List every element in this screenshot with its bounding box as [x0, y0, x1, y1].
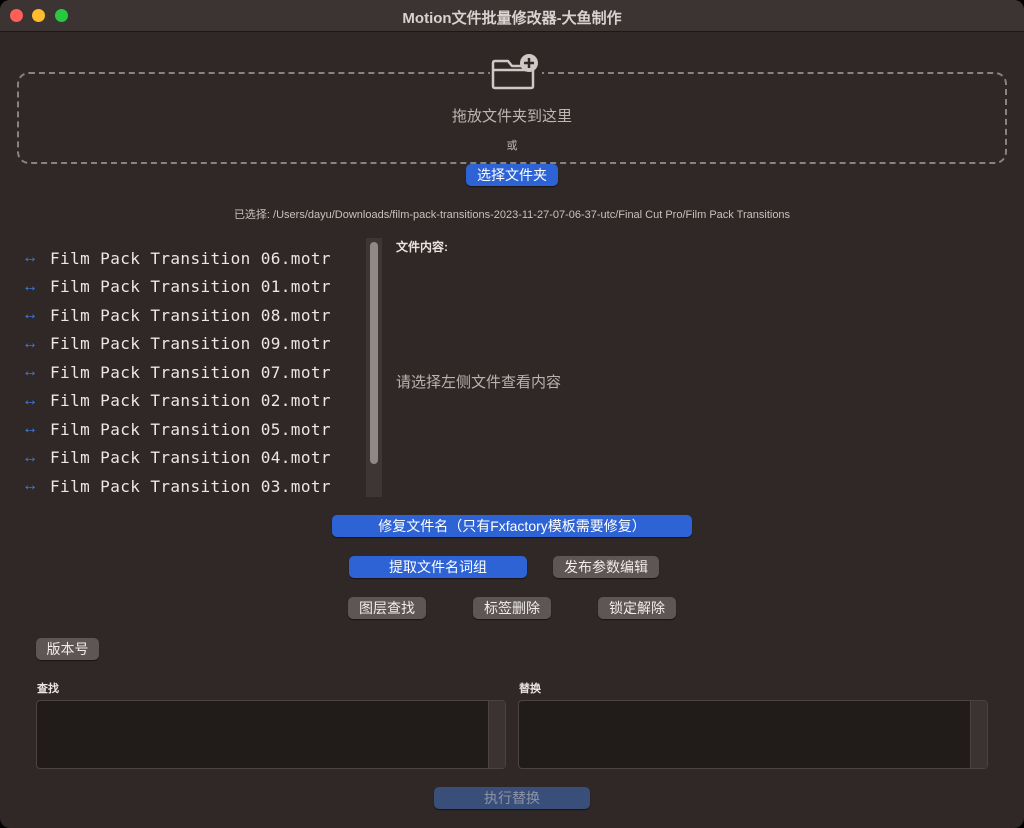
- file-list: ↔ Film Pack Transition 06.motr ↔ Film Pack…: [22, 244, 362, 501]
- fix-filenames-button[interactable]: 修复文件名（只有Fxfactory模板需要修复）: [332, 515, 692, 537]
- list-item[interactable]: ↔ Film Pack Transition 01.motr: [22, 273, 362, 302]
- list-item[interactable]: ↔ Film Pack Transition 06.motr: [22, 244, 362, 273]
- or-text: 或: [506, 140, 518, 152]
- file-name: Film Pack Transition 06.motr: [50, 248, 331, 268]
- selected-path-text: 已选择: /Users/dayu/Downloads/film-pack-tra…: [233, 209, 791, 221]
- window-title: Motion文件批量修改器-大鱼制作: [402, 10, 622, 27]
- replace-textarea[interactable]: [518, 700, 988, 769]
- title-bar: Motion文件批量修改器-大鱼制作: [0, 0, 1024, 32]
- file-name: Film Pack Transition 03.motr: [50, 476, 331, 496]
- list-item[interactable]: ↔ Film Pack Transition 02.motr: [22, 387, 362, 416]
- list-item[interactable]: ↔ Film Pack Transition 07.motr: [22, 358, 362, 387]
- app-window: Motion文件批量修改器-大鱼制作 拖放文件夹到这里 或 选择文件夹 已选择:…: [0, 0, 1024, 828]
- list-item[interactable]: ↔ Film Pack Transition 08.motr: [22, 301, 362, 330]
- drop-hint-text: 拖放文件夹到这里: [451, 108, 572, 125]
- bidirectional-arrow-icon: ↔: [22, 391, 38, 409]
- unlock-button[interactable]: 锁定解除: [598, 597, 676, 619]
- file-name: Film Pack Transition 04.motr: [50, 448, 331, 468]
- file-name: Film Pack Transition 01.motr: [50, 277, 331, 297]
- replace-textarea-scrollbar[interactable]: [970, 701, 987, 768]
- extract-words-button[interactable]: 提取文件名词组: [349, 556, 527, 578]
- find-label: 查找: [37, 683, 59, 695]
- bidirectional-arrow-icon: ↔: [22, 448, 38, 466]
- list-item[interactable]: ↔ Film Pack Transition 03.motr: [22, 472, 362, 501]
- list-item[interactable]: ↔ Film Pack Transition 04.motr: [22, 444, 362, 473]
- file-name: Film Pack Transition 08.motr: [50, 305, 331, 325]
- folder-plus-icon: [490, 52, 542, 92]
- bidirectional-arrow-icon: ↔: [22, 363, 38, 381]
- list-item[interactable]: ↔ Film Pack Transition 09.motr: [22, 330, 362, 359]
- tag-delete-button[interactable]: 标签删除: [473, 597, 551, 619]
- file-name: Film Pack Transition 05.motr: [50, 419, 331, 439]
- find-textarea-scrollbar[interactable]: [488, 701, 505, 768]
- file-name: Film Pack Transition 09.motr: [50, 334, 331, 354]
- layer-find-button[interactable]: 图层查找: [348, 597, 426, 619]
- select-folder-button[interactable]: 选择文件夹: [466, 164, 558, 186]
- file-name: Film Pack Transition 07.motr: [50, 362, 331, 382]
- bidirectional-arrow-icon: ↔: [22, 477, 38, 495]
- bidirectional-arrow-icon: ↔: [22, 249, 38, 267]
- bidirectional-arrow-icon: ↔: [22, 334, 38, 352]
- replace-label: 替换: [519, 683, 541, 695]
- bidirectional-arrow-icon: ↔: [22, 420, 38, 438]
- publish-params-button[interactable]: 发布参数编辑: [553, 556, 659, 578]
- file-list-scroll-thumb[interactable]: [370, 242, 378, 464]
- file-content-placeholder: 请选择左侧文件查看内容: [396, 374, 562, 391]
- version-button[interactable]: 版本号: [36, 638, 99, 660]
- execute-replace-button[interactable]: 执行替换: [434, 787, 590, 809]
- list-item[interactable]: ↔ Film Pack Transition 05.motr: [22, 415, 362, 444]
- file-name: Film Pack Transition 02.motr: [50, 391, 331, 411]
- find-textarea[interactable]: [36, 700, 506, 769]
- bidirectional-arrow-icon: ↔: [22, 277, 38, 295]
- bidirectional-arrow-icon: ↔: [22, 306, 38, 324]
- file-content-label: 文件内容:: [396, 240, 448, 254]
